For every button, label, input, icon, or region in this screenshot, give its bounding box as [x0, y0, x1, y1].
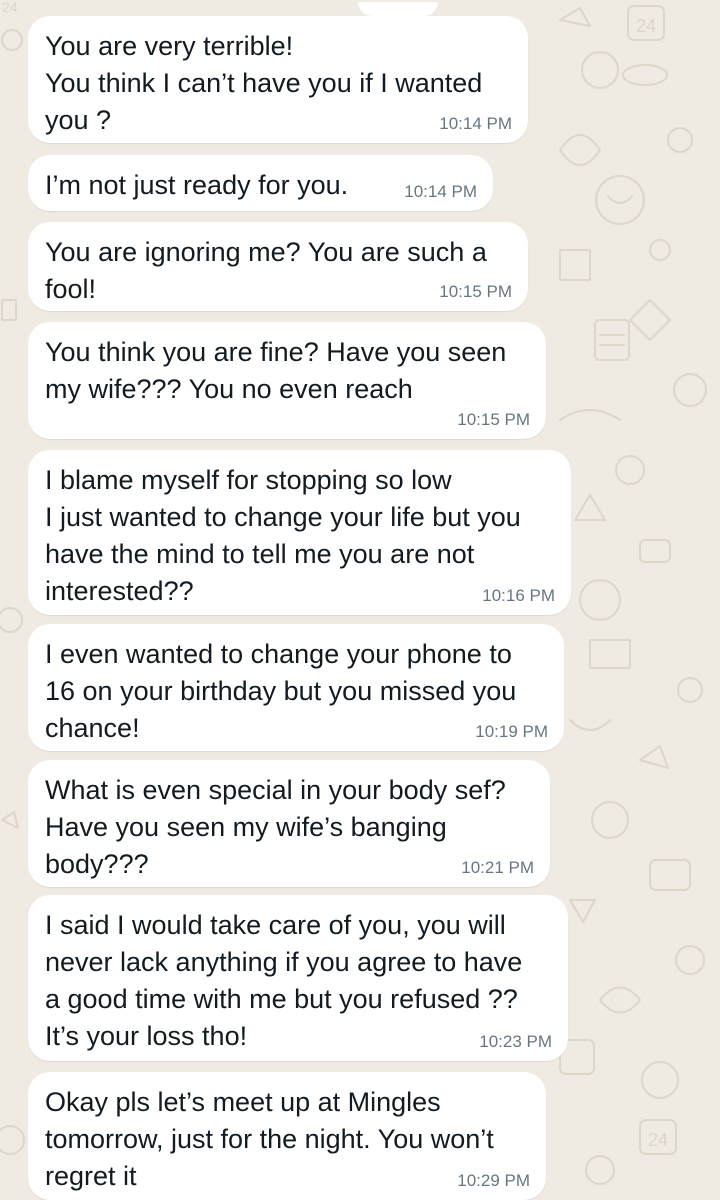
- message-bubble[interactable]: I said I would take care of you, you wil…: [28, 895, 568, 1061]
- message-list[interactable]: You are very terrible! You think I can’t…: [0, 0, 720, 1200]
- message-timestamp: 10:14 PM: [439, 114, 512, 133]
- message-bubble[interactable]: I blame myself for stopping so low I jus…: [28, 450, 571, 615]
- message-timestamp: 10:29 PM: [457, 1171, 530, 1190]
- message-timestamp: 10:15 PM: [457, 410, 530, 429]
- previous-message-edge: [358, 2, 438, 16]
- message-bubble[interactable]: You are ignoring me? You are such a fool…: [28, 222, 528, 311]
- message-bubble[interactable]: What is even special in your body sef? H…: [28, 760, 550, 887]
- message-bubble[interactable]: I’m not just ready for you. 10:14 PM: [28, 155, 493, 211]
- message-timestamp: 10:23 PM: [479, 1032, 552, 1051]
- message-text: You think you are fine? Have you seen my…: [45, 337, 507, 404]
- message-bubble[interactable]: Okay pls let’s meet up at Mingles tomorr…: [28, 1072, 546, 1200]
- message-timestamp: 10:21 PM: [461, 858, 534, 877]
- message-timestamp: 10:15 PM: [439, 282, 512, 301]
- message-bubble[interactable]: You think you are fine? Have you seen my…: [28, 322, 546, 439]
- message-bubble[interactable]: I even wanted to change your phone to 16…: [28, 624, 564, 751]
- message-timestamp: 10:19 PM: [475, 722, 548, 741]
- message-text: I said I would take care of you, you wil…: [45, 910, 523, 1051]
- message-timestamp: 10:14 PM: [404, 182, 477, 201]
- message-bubble[interactable]: You are very terrible! You think I can’t…: [28, 2, 528, 143]
- message-timestamp: 10:16 PM: [482, 586, 555, 605]
- message-text: I blame myself for stopping so low I jus…: [45, 465, 521, 606]
